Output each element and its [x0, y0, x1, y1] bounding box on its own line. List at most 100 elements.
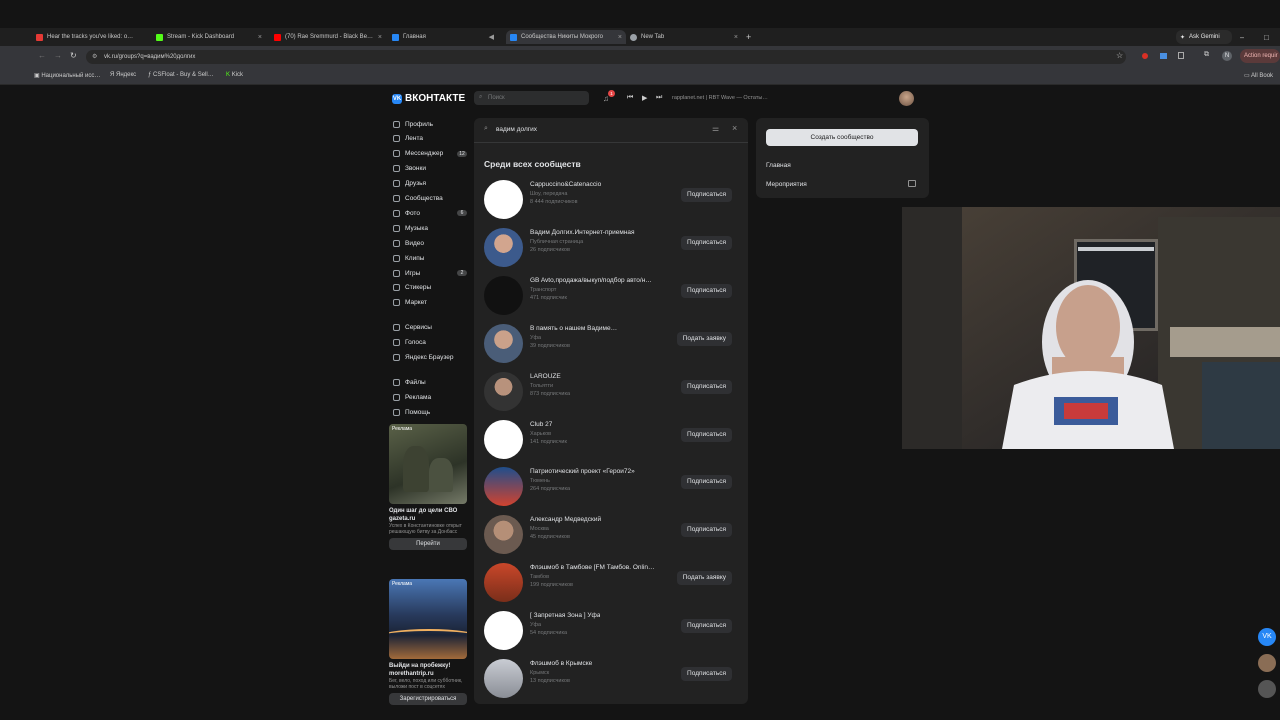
minimize-button[interactable]: – — [1240, 30, 1244, 44]
community-name[interactable]: Cappuccino&Catenaccio — [530, 181, 601, 188]
community-result-row[interactable]: Патриотический проект «Герои72» Тюмень 264… — [484, 465, 740, 509]
community-result-row[interactable]: GB Avto,продажа/выкуп/подбор авто/н… Тран… — [484, 274, 740, 318]
right-link-main[interactable]: Главная — [766, 162, 791, 169]
tab-vk-main[interactable]: Главная ◀ — [392, 30, 494, 44]
community-avatar[interactable] — [484, 227, 523, 267]
community-search-bar[interactable]: ⌕ вадим долгих ⚌ × — [474, 118, 748, 143]
nav-service-0[interactable]: Сервисы — [393, 321, 467, 333]
address-bar[interactable]: ⚙ vk.ru/groups?q=вадим%20долгих — [86, 50, 1126, 64]
ad-title[interactable]: Один шаг до цели СВО gazeta.ru — [389, 507, 467, 523]
player-track-title[interactable]: rapplanet.net | RBT Wave — Остаты… — [672, 95, 768, 101]
request-join-button[interactable]: Подать заявку — [676, 571, 732, 586]
subscribe-button[interactable]: Подписаться — [681, 427, 732, 442]
extension-icon[interactable] — [1160, 53, 1167, 59]
nav-item-11[interactable]: Стикеры — [393, 282, 467, 294]
nav-misc-1[interactable]: Реклама — [393, 391, 467, 403]
extension-icon[interactable] — [1178, 52, 1184, 59]
ad-block[interactable]: Реклама Выйди на пробежку! morethantrip.… — [389, 579, 467, 705]
filter-icon[interactable]: ⚌ — [712, 124, 719, 133]
community-search-input[interactable]: вадим долгих — [496, 126, 537, 133]
reload-icon[interactable]: ↻ — [70, 51, 77, 60]
star-icon[interactable]: ☆ — [1116, 51, 1123, 60]
next-track-icon[interactable]: ⏭ — [656, 94, 662, 102]
bookmark-item[interactable]: ƒ CSFloat - Buy & Sell… — [148, 72, 214, 78]
subscribe-button[interactable]: Подписаться — [681, 667, 732, 681]
tab-youtube[interactable]: (70) Rae Sremmurd - Black Be… × — [274, 30, 382, 44]
subscribe-button[interactable]: Подписаться — [681, 619, 732, 634]
play-icon[interactable]: ▶ — [642, 94, 647, 102]
close-icon[interactable]: × — [378, 34, 382, 41]
ad-image[interactable]: Реклама — [389, 424, 467, 504]
nav-item-7[interactable]: Музыка — [393, 222, 467, 234]
vk-messenger-icon[interactable]: VK — [1258, 628, 1276, 646]
community-result-row[interactable]: Флэшмоб в Тамбове [FM Тамбов. Onlin… Тамб… — [484, 561, 740, 605]
nav-item-0[interactable]: Профиль — [393, 118, 467, 130]
back-icon[interactable]: ← — [38, 51, 46, 60]
clear-search-icon[interactable]: × — [732, 123, 737, 133]
subscribe-button[interactable]: Подписаться — [681, 379, 732, 394]
community-avatar[interactable] — [484, 180, 523, 219]
bookmark-item[interactable]: ▣ Национальный исс… — [34, 72, 100, 79]
nav-item-8[interactable]: Видео — [393, 237, 467, 249]
ad-register-button[interactable]: Зарегистрироваться — [389, 693, 467, 705]
community-name[interactable]: LAROUZE — [530, 373, 561, 380]
nav-item-1[interactable]: Лента — [393, 133, 467, 145]
site-info-icon[interactable]: ⚙ — [92, 53, 97, 60]
community-result-row[interactable]: Вадим Долгих.Интернет-приемная Публичная … — [484, 226, 740, 270]
forward-icon[interactable]: → — [54, 51, 62, 60]
tab-kick[interactable]: Stream - Kick Dashboard × — [156, 30, 262, 44]
community-avatar[interactable] — [484, 467, 523, 507]
community-result-row[interactable]: Александр Медведский Москва 45 подписчиков… — [484, 513, 740, 557]
community-name[interactable]: Патриотический проект «Герои72» — [530, 468, 635, 475]
chat-avatar[interactable] — [1258, 680, 1276, 698]
user-avatar[interactable] — [899, 91, 914, 106]
nav-item-10[interactable]: Игры 2 — [393, 267, 467, 279]
community-name[interactable]: Александр Медведский — [530, 516, 601, 523]
community-name[interactable]: В память о нашем Вадиме… — [530, 325, 617, 332]
community-avatar[interactable] — [484, 563, 523, 603]
community-avatar[interactable] — [484, 275, 523, 315]
nav-item-3[interactable]: Звонки — [393, 163, 467, 175]
nav-item-2[interactable]: Мессенджер 12 — [393, 148, 467, 160]
ask-gemini-button[interactable]: ✦ Ask Gemini — [1176, 30, 1232, 44]
tab-vk-communities[interactable]: Сообщества Никиты Мокрого × — [506, 30, 626, 44]
ad-image[interactable]: Реклама — [389, 579, 467, 659]
close-icon[interactable]: × — [734, 34, 738, 41]
subscribe-button[interactable]: Подписаться — [681, 283, 732, 298]
nav-item-5[interactable]: Сообщества — [393, 193, 467, 205]
tab-new[interactable]: New Tab × — [630, 30, 738, 44]
right-link-events[interactable]: Мероприятия — [766, 181, 807, 188]
close-icon[interactable]: × — [618, 34, 622, 41]
community-name[interactable]: Флэшмоб в Тамбове [FM Тамбов. Onlin… — [530, 564, 655, 571]
community-avatar[interactable] — [484, 515, 523, 555]
nav-item-9[interactable]: Клипы — [393, 252, 467, 264]
request-join-button[interactable]: Подать заявку — [676, 331, 732, 346]
subscribe-button[interactable]: Подписаться — [681, 523, 732, 538]
subscribe-button[interactable]: Подписаться — [681, 235, 732, 250]
prev-track-icon[interactable]: ⏮ — [627, 94, 633, 102]
bookmark-item[interactable]: K Kick — [226, 72, 243, 78]
community-avatar[interactable] — [484, 323, 523, 363]
community-avatar[interactable] — [484, 659, 523, 698]
top-search-input[interactable]: ⌕ Поиск — [474, 91, 589, 105]
maximize-button[interactable]: □ — [1264, 30, 1269, 44]
community-name[interactable]: Club 27 — [530, 421, 552, 428]
community-name[interactable]: Флэшмоб в Крымске — [530, 660, 592, 667]
extension-icon[interactable] — [1142, 53, 1148, 59]
subscribe-button[interactable]: Подписаться — [681, 475, 732, 490]
community-avatar[interactable] — [484, 611, 523, 651]
ad-title[interactable]: Выйди на пробежку! morethantrip.ru — [389, 662, 467, 678]
community-result-row[interactable]: В память о нашем Вадиме… Уфа 39 подписчико… — [484, 322, 740, 366]
vk-logo[interactable]: VK ВКОНТАКТЕ — [392, 93, 465, 104]
community-name[interactable]: GB Avto,продажа/выкуп/подбор авто/н… — [530, 277, 652, 284]
close-icon[interactable]: × — [258, 34, 262, 41]
create-community-button[interactable]: Создать сообщество — [766, 129, 918, 146]
community-result-row[interactable]: LAROUZE Тольятти 873 подписчика Подписаться — [484, 370, 740, 414]
nav-service-1[interactable]: Голоса — [393, 336, 467, 348]
ad-go-button[interactable]: Перейти — [389, 538, 467, 550]
bookmark-item[interactable]: Я Яндекс — [110, 72, 136, 78]
nav-misc-2[interactable]: Помощь — [393, 406, 467, 418]
community-result-row[interactable]: Cappuccino&Catenaccio Шоу, передача 8 444 … — [484, 178, 740, 222]
nav-item-12[interactable]: Маркет — [393, 297, 467, 309]
chat-avatar[interactable] — [1258, 654, 1276, 672]
